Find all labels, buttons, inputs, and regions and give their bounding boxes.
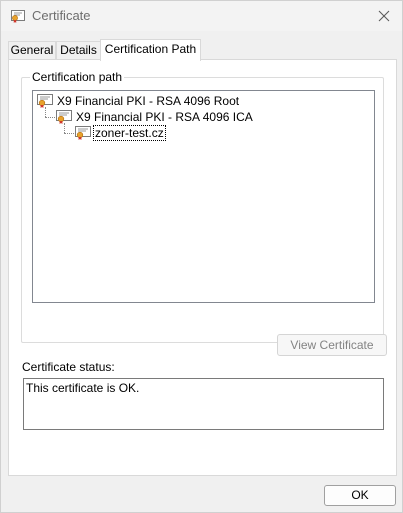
close-button[interactable]	[366, 1, 402, 31]
certificate-icon	[37, 94, 53, 108]
certificate-icon	[11, 10, 25, 23]
certificate-icon	[75, 126, 91, 140]
tab-panel: Certification path X9 Financial PKI - RS	[8, 59, 397, 476]
certificate-status-text: This certificate is OK.	[26, 381, 140, 395]
tree-node-label: X9 Financial PKI - RSA 4096 ICA	[76, 110, 253, 124]
certificate-icon	[56, 110, 72, 124]
tree-node-label: X9 Financial PKI - RSA 4096 Root	[57, 94, 240, 108]
tree-connector	[45, 117, 55, 118]
certification-path-legend: Certification path	[30, 70, 125, 84]
tab-details[interactable]: Details	[56, 41, 101, 60]
ok-button[interactable]: OK	[324, 485, 396, 506]
title-bar: Certificate	[1, 1, 402, 31]
tree-connector	[64, 133, 74, 134]
tree-node-label: zoner-test.cz	[93, 125, 166, 141]
close-icon	[378, 10, 390, 22]
tab-certification-path[interactable]: Certification Path	[100, 39, 201, 61]
view-certificate-button[interactable]: View Certificate	[277, 334, 387, 356]
tree-node-leaf[interactable]: zoner-test.cz	[75, 125, 166, 141]
tab-general[interactable]: General	[8, 41, 56, 60]
certificate-status-label: Certificate status:	[22, 360, 115, 374]
tree-node-intermediate[interactable]: X9 Financial PKI - RSA 4096 ICA	[56, 109, 254, 125]
certificate-dialog: Certificate General Details Certificatio…	[0, 0, 403, 513]
certification-path-group: Certification path X9 Financial PKI - RS	[21, 70, 387, 356]
window-title: Certificate	[32, 8, 91, 23]
certificate-status-box[interactable]: This certificate is OK.	[23, 378, 384, 430]
tree-node-root[interactable]: X9 Financial PKI - RSA 4096 Root	[37, 93, 240, 109]
certification-path-tree[interactable]: X9 Financial PKI - RSA 4096 Root X9 Fina…	[32, 90, 375, 303]
